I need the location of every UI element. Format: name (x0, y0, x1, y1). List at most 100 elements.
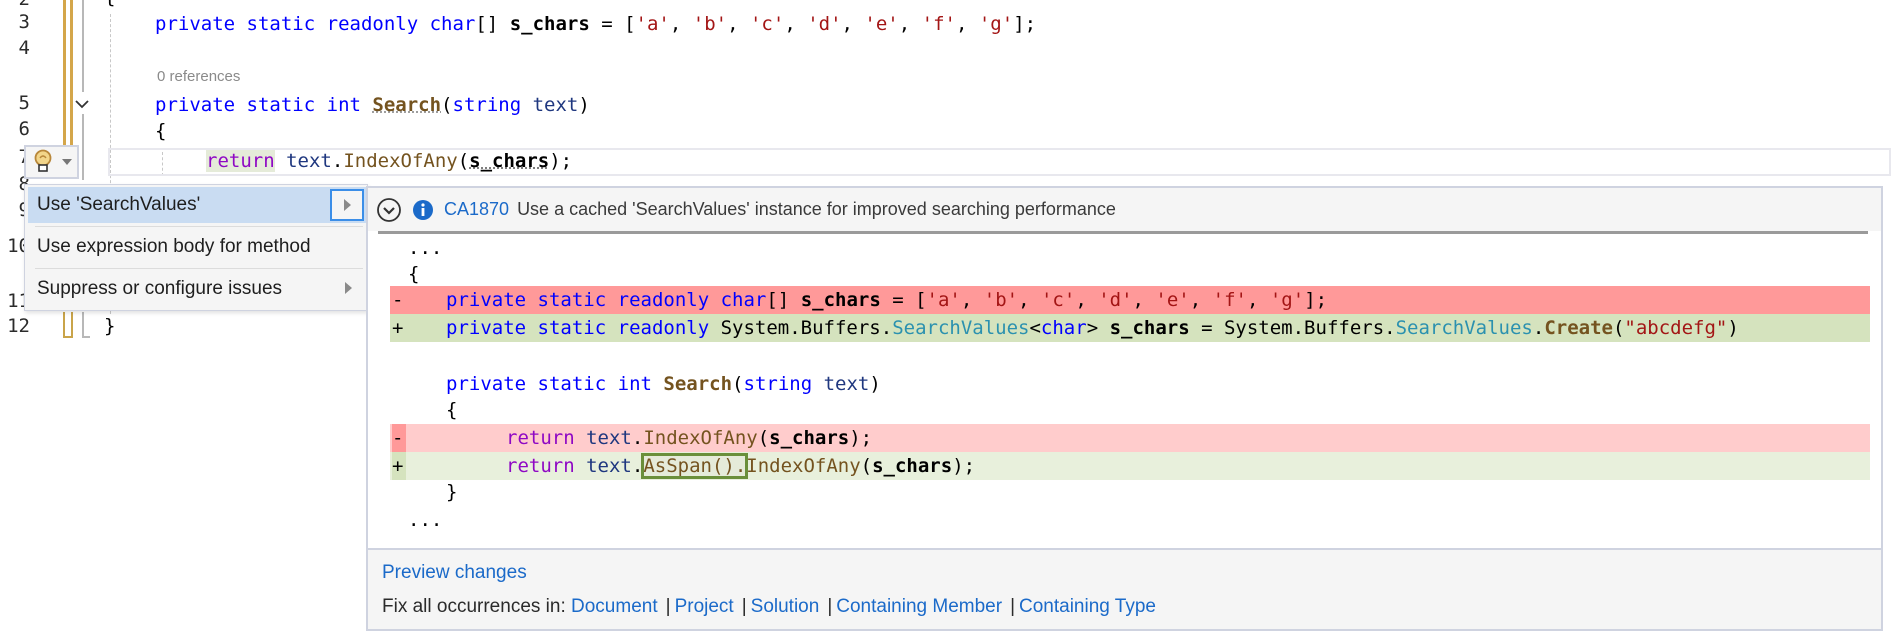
menu-item-suppress-configure[interactable]: Suppress or configure issues (28, 271, 366, 307)
diff-line-removed: - return text.IndexOfAny(s_chars); (390, 424, 1870, 452)
line-number: 4 (18, 37, 30, 59)
ellipsis: ... (408, 509, 443, 531)
punctuation: ) (1727, 317, 1739, 339)
diff-sign: + (392, 317, 404, 339)
rule-id-link[interactable]: CA1870 (444, 199, 509, 220)
char-literal: 'c' (1040, 289, 1076, 311)
parameter-name: text (823, 373, 870, 395)
type-keyword: string (743, 373, 813, 395)
keyword: readonly (617, 289, 710, 311)
keyword: private (446, 317, 527, 339)
diff-sign: - (392, 289, 404, 311)
identifier: text (586, 455, 632, 477)
menu-separator (35, 226, 363, 227)
collapse-circle-icon[interactable] (376, 197, 402, 223)
keyword: private (446, 373, 527, 395)
menu-item-use-expression-body[interactable]: Use expression body for method (28, 229, 366, 265)
keyword: int (326, 94, 361, 116)
inserted-code-highlight: AsSpan(). (641, 453, 749, 479)
code-line: private static int Search(string text) (155, 92, 590, 118)
line-number: 3 (18, 11, 30, 33)
namespace: = System.Buffers. (1189, 317, 1396, 339)
diff-line: { (390, 260, 1870, 288)
field-name: s_chars (469, 150, 550, 172)
codelens-references[interactable]: 0 references (157, 68, 240, 85)
keyword: static (537, 373, 607, 395)
diff-line: ... (390, 234, 1870, 262)
code-line: { (155, 118, 166, 144)
fix-all-solution-link[interactable]: Solution (751, 596, 820, 617)
keyword: return (506, 427, 575, 449)
line-number: 6 (18, 118, 30, 140)
field-name: s_chars (872, 455, 953, 477)
punctuation: . (1532, 317, 1545, 339)
fix-preview-panel: CA1870 Use a cached 'SearchValues' insta… (366, 186, 1883, 631)
fix-all-document-link[interactable]: Document (571, 596, 658, 617)
preview-changes-link[interactable]: Preview changes (382, 562, 527, 584)
method-name: Search (372, 94, 442, 116)
lightbulb-button[interactable] (24, 145, 79, 179)
punctuation: ); (549, 150, 573, 172)
outline-end (82, 312, 90, 338)
diff-sign: - (392, 427, 404, 449)
char-literal: 'e' (864, 13, 899, 35)
char-literal: 'f' (1212, 289, 1247, 311)
field-name: s_chars (1109, 317, 1190, 339)
punctuation: > (1086, 317, 1099, 339)
keyword: static (246, 94, 316, 116)
outline-line (82, 114, 84, 180)
submenu-button[interactable] (330, 189, 364, 221)
type-keyword: string (452, 94, 522, 116)
string-literal: "abcdefg" (1624, 317, 1728, 339)
diff-line: private static int Search(string text) (390, 370, 1870, 398)
char-literal: 'f' (921, 13, 956, 35)
field-name: s_chars (800, 289, 881, 311)
punctuation: = [ (880, 289, 927, 311)
outline-line (82, 0, 84, 92)
punctuation: . (631, 427, 644, 449)
change-marker (70, 0, 73, 160)
punctuation: ]; (1013, 13, 1037, 35)
diff-preview: ... { - private static readonly char[] s… (368, 234, 1881, 545)
code-line: private static readonly char[] s_chars =… (155, 13, 1037, 35)
punctuation: [] (766, 289, 790, 311)
fix-all-project-link[interactable]: Project (675, 596, 734, 617)
brace: } (104, 315, 116, 337)
char-literal: 'b' (983, 289, 1019, 311)
method-name: IndexOfAny (746, 455, 861, 477)
menu-item-label: Suppress or configure issues (37, 278, 283, 299)
brace: { (446, 399, 458, 421)
brace: { (104, 0, 115, 8)
diff-line-removed: - private static readonly char[] s_chars… (390, 286, 1870, 314)
fix-all-containing-member-link[interactable]: Containing Member (836, 596, 1002, 617)
keyword: static (246, 13, 316, 35)
code-line: { (104, 0, 115, 10)
menu-separator (35, 268, 363, 269)
punctuation: ( (732, 373, 744, 395)
char-literal: 'd' (1098, 289, 1133, 311)
submenu-arrow-icon (344, 199, 351, 211)
punctuation: ( (457, 150, 470, 172)
type-keyword: char (429, 13, 476, 35)
diff-line: ... (390, 506, 1870, 534)
method-name: Search (663, 373, 733, 395)
punctuation: ); (952, 455, 976, 477)
field-name: s_chars (509, 13, 590, 35)
namespace: System.Buffers. (720, 317, 893, 339)
type-name: SearchValues (1395, 317, 1533, 339)
parameter-name: text (532, 94, 579, 116)
diagnostic-message: Use a cached 'SearchValues' instance for… (517, 199, 1116, 219)
keyword: return (506, 455, 575, 477)
change-marker (63, 312, 73, 338)
chevron-down-icon[interactable] (62, 159, 72, 165)
collapse-chevron-icon[interactable] (74, 96, 90, 112)
info-icon (413, 199, 433, 220)
keyword: readonly (326, 13, 419, 35)
preview-footer: Preview changes Fix all occurrences in: … (368, 548, 1881, 629)
menu-item-use-searchvalues[interactable]: Use 'SearchValues' (28, 187, 366, 223)
char-literal: 'e' (1155, 289, 1190, 311)
char-literal: 'c' (749, 13, 785, 35)
punctuation: ) (578, 94, 590, 116)
fix-all-containing-type-link[interactable]: Containing Type (1019, 596, 1156, 617)
keyword: private (446, 289, 527, 311)
